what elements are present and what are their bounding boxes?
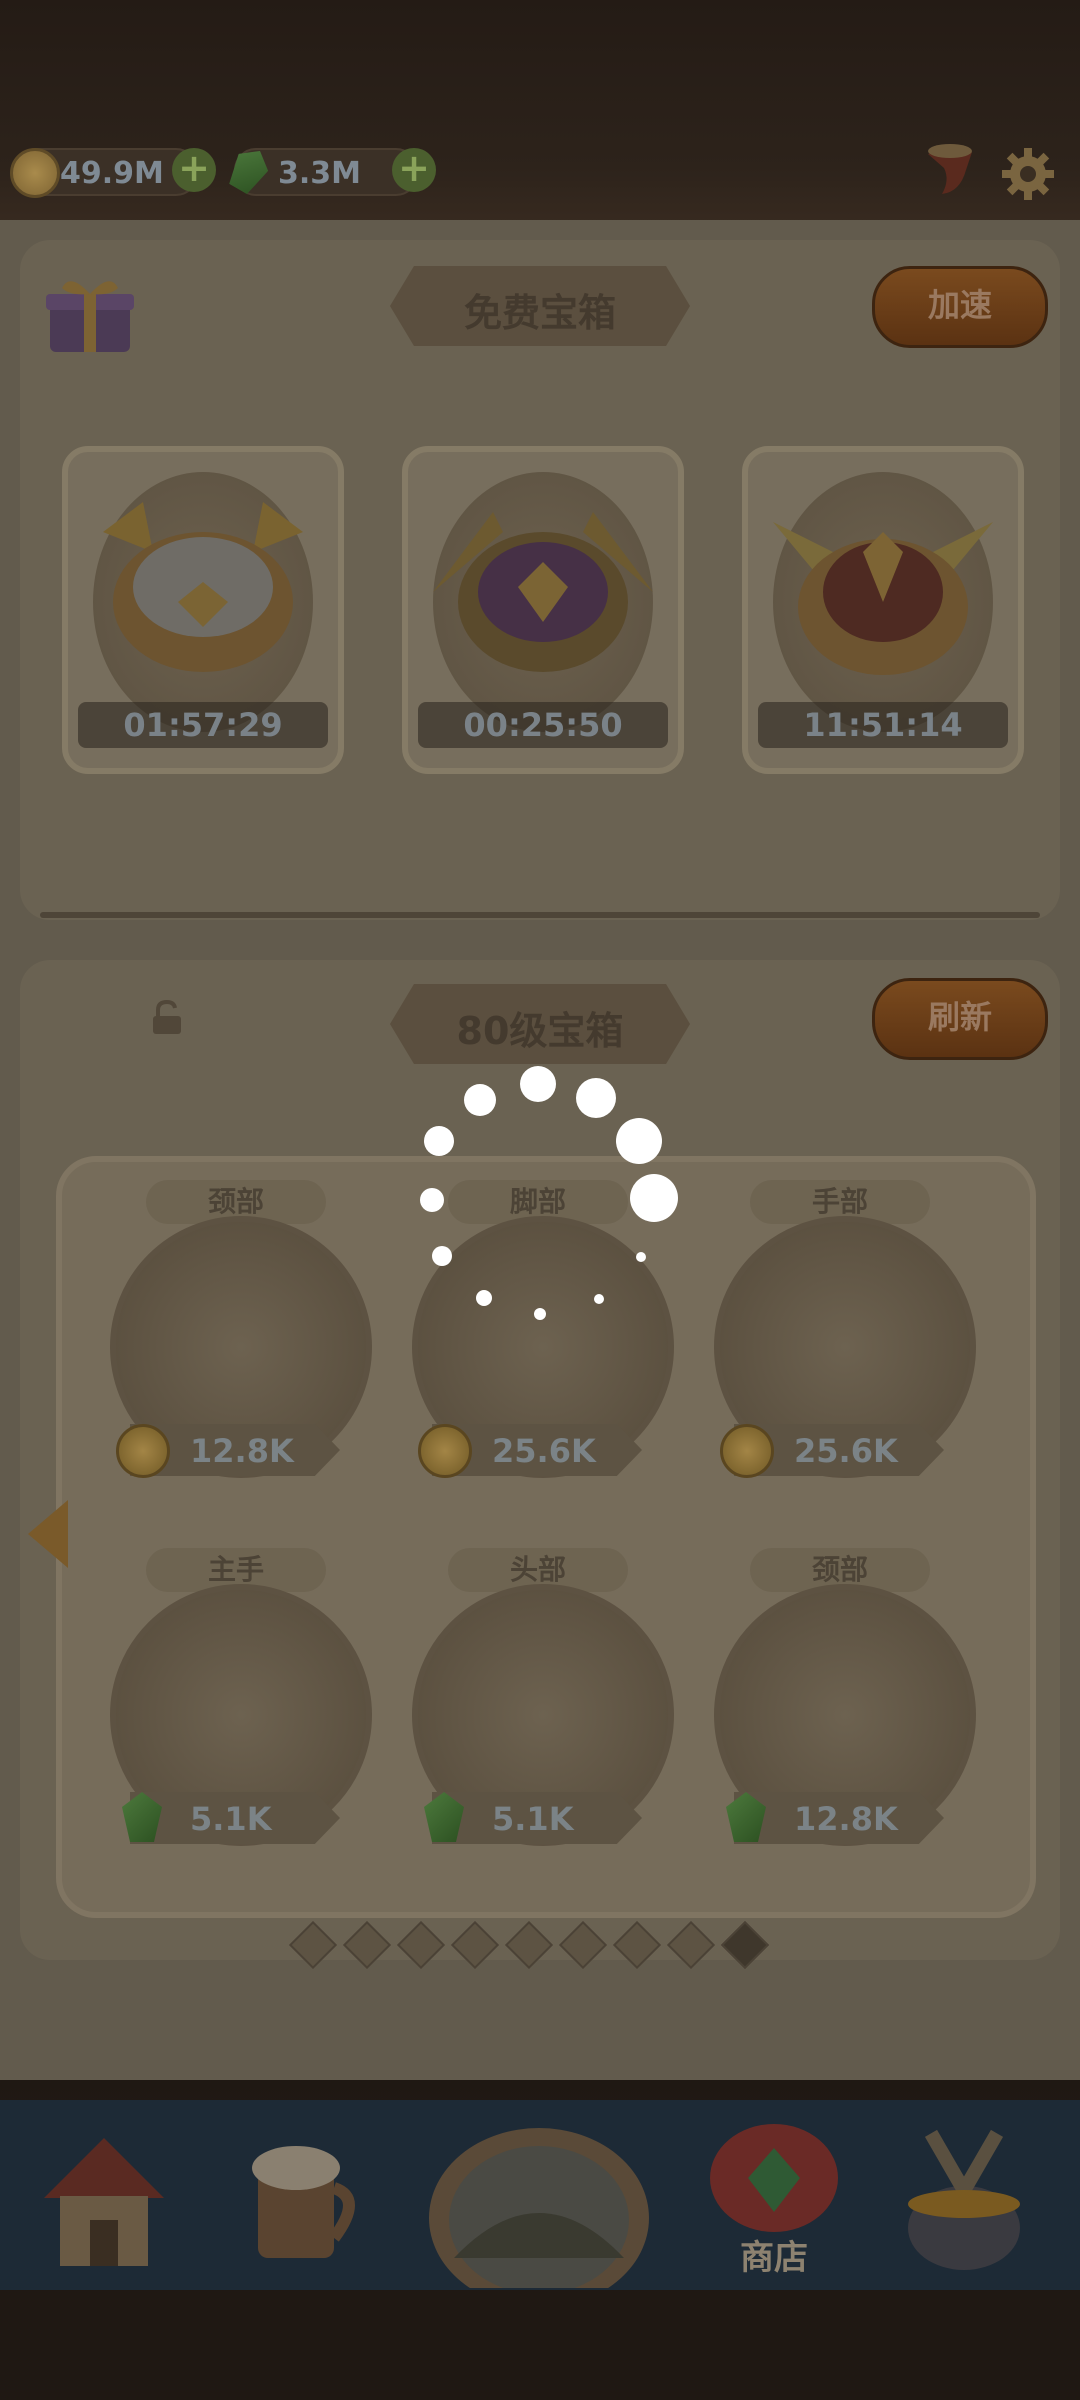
page-dot[interactable]: [720, 1920, 770, 1970]
gold-amount: 49.9M: [60, 156, 164, 191]
nav-label-shop: 商店: [740, 2238, 808, 2278]
free-chest-card-1[interactable]: 01:57:29: [62, 446, 344, 774]
add-gems-button[interactable]: +: [392, 148, 436, 192]
chest-slot-1[interactable]: 颈部 12.8K: [60, 1180, 372, 1520]
gold-coin-icon: [10, 148, 60, 198]
price-tag: 12.8K: [734, 1792, 944, 1844]
chest-slot-6[interactable]: 颈部 12.8K: [664, 1548, 976, 1888]
section-divider: [40, 912, 1040, 918]
level-chest-title: 80级宝箱: [456, 1009, 624, 1053]
red-gold-chest-icon: [773, 522, 993, 675]
forge-icon: [908, 2129, 1020, 2270]
chest-timer-bar: 01:57:29: [78, 702, 328, 748]
house-icon: [44, 2138, 164, 2266]
page-dot[interactable]: [450, 1920, 500, 1970]
page-dot[interactable]: [558, 1920, 608, 1970]
chest-slot-4[interactable]: 主手 5.1K: [60, 1548, 372, 1888]
nav-item-tavern[interactable]: [224, 2108, 384, 2288]
gem-amount: 3.3M: [278, 156, 361, 191]
page-dot[interactable]: [612, 1920, 662, 1970]
previous-page-arrow-icon[interactable]: [28, 1500, 68, 1568]
page-dot[interactable]: [396, 1920, 446, 1970]
loading-spinner-icon: [410, 1060, 690, 1340]
silver-gold-chest-icon: [103, 502, 303, 672]
nav-item-house[interactable]: [24, 2108, 184, 2288]
gold-coin-icon: [418, 1424, 472, 1478]
page-dot[interactable]: [342, 1920, 392, 1970]
free-chest-card-2[interactable]: 00:25:50: [402, 446, 684, 774]
unlock-icon[interactable]: [150, 1000, 184, 1036]
page-dot[interactable]: [504, 1920, 554, 1970]
add-gold-button[interactable]: +: [172, 148, 216, 192]
chest-timer: 01:57:29: [123, 706, 283, 744]
top-bar: [0, 0, 1080, 240]
chest-slot-5[interactable]: 头部 5.1K: [362, 1548, 674, 1888]
chest-timer: 11:51:14: [803, 706, 963, 744]
purple-gold-chest-icon: [433, 512, 653, 672]
price-tag: 5.1K: [432, 1792, 642, 1844]
refresh-button[interactable]: 刷新: [872, 978, 1048, 1060]
chest-timer: 00:25:50: [463, 706, 623, 744]
level-chest-banner: 80级宝箱: [390, 984, 690, 1064]
nav-item-shop[interactable]: 商店: [694, 2108, 854, 2288]
chest-timer-bar: 00:25:50: [418, 702, 668, 748]
gift-box-icon[interactable]: [40, 268, 140, 358]
adventure-portal-icon: [429, 2128, 649, 2308]
free-chest-card-3[interactable]: 11:51:14: [742, 446, 1024, 774]
horn-icon[interactable]: [920, 140, 980, 200]
speed-up-button[interactable]: 加速: [872, 266, 1048, 348]
page-dot[interactable]: [288, 1920, 338, 1970]
free-chest-title: 免费宝箱: [463, 291, 616, 335]
chest-slot-3[interactable]: 手部 25.6K: [664, 1180, 976, 1520]
settings-gear-icon[interactable]: [1000, 146, 1056, 202]
tavern-mug-icon: [252, 2146, 355, 2258]
gold-coin-icon: [720, 1424, 774, 1478]
nav-item-forge[interactable]: [884, 2108, 1044, 2288]
price-tag: 5.1K: [130, 1792, 340, 1844]
nav-bottom-bar: [0, 2290, 1080, 2400]
page-dot[interactable]: [666, 1920, 716, 1970]
nav-item-adventure[interactable]: [414, 2108, 664, 2308]
page-indicator: [288, 1920, 796, 1970]
free-chest-banner: 免费宝箱: [390, 266, 690, 346]
gold-coin-icon: [116, 1424, 170, 1478]
chest-timer-bar: 11:51:14: [758, 702, 1008, 748]
